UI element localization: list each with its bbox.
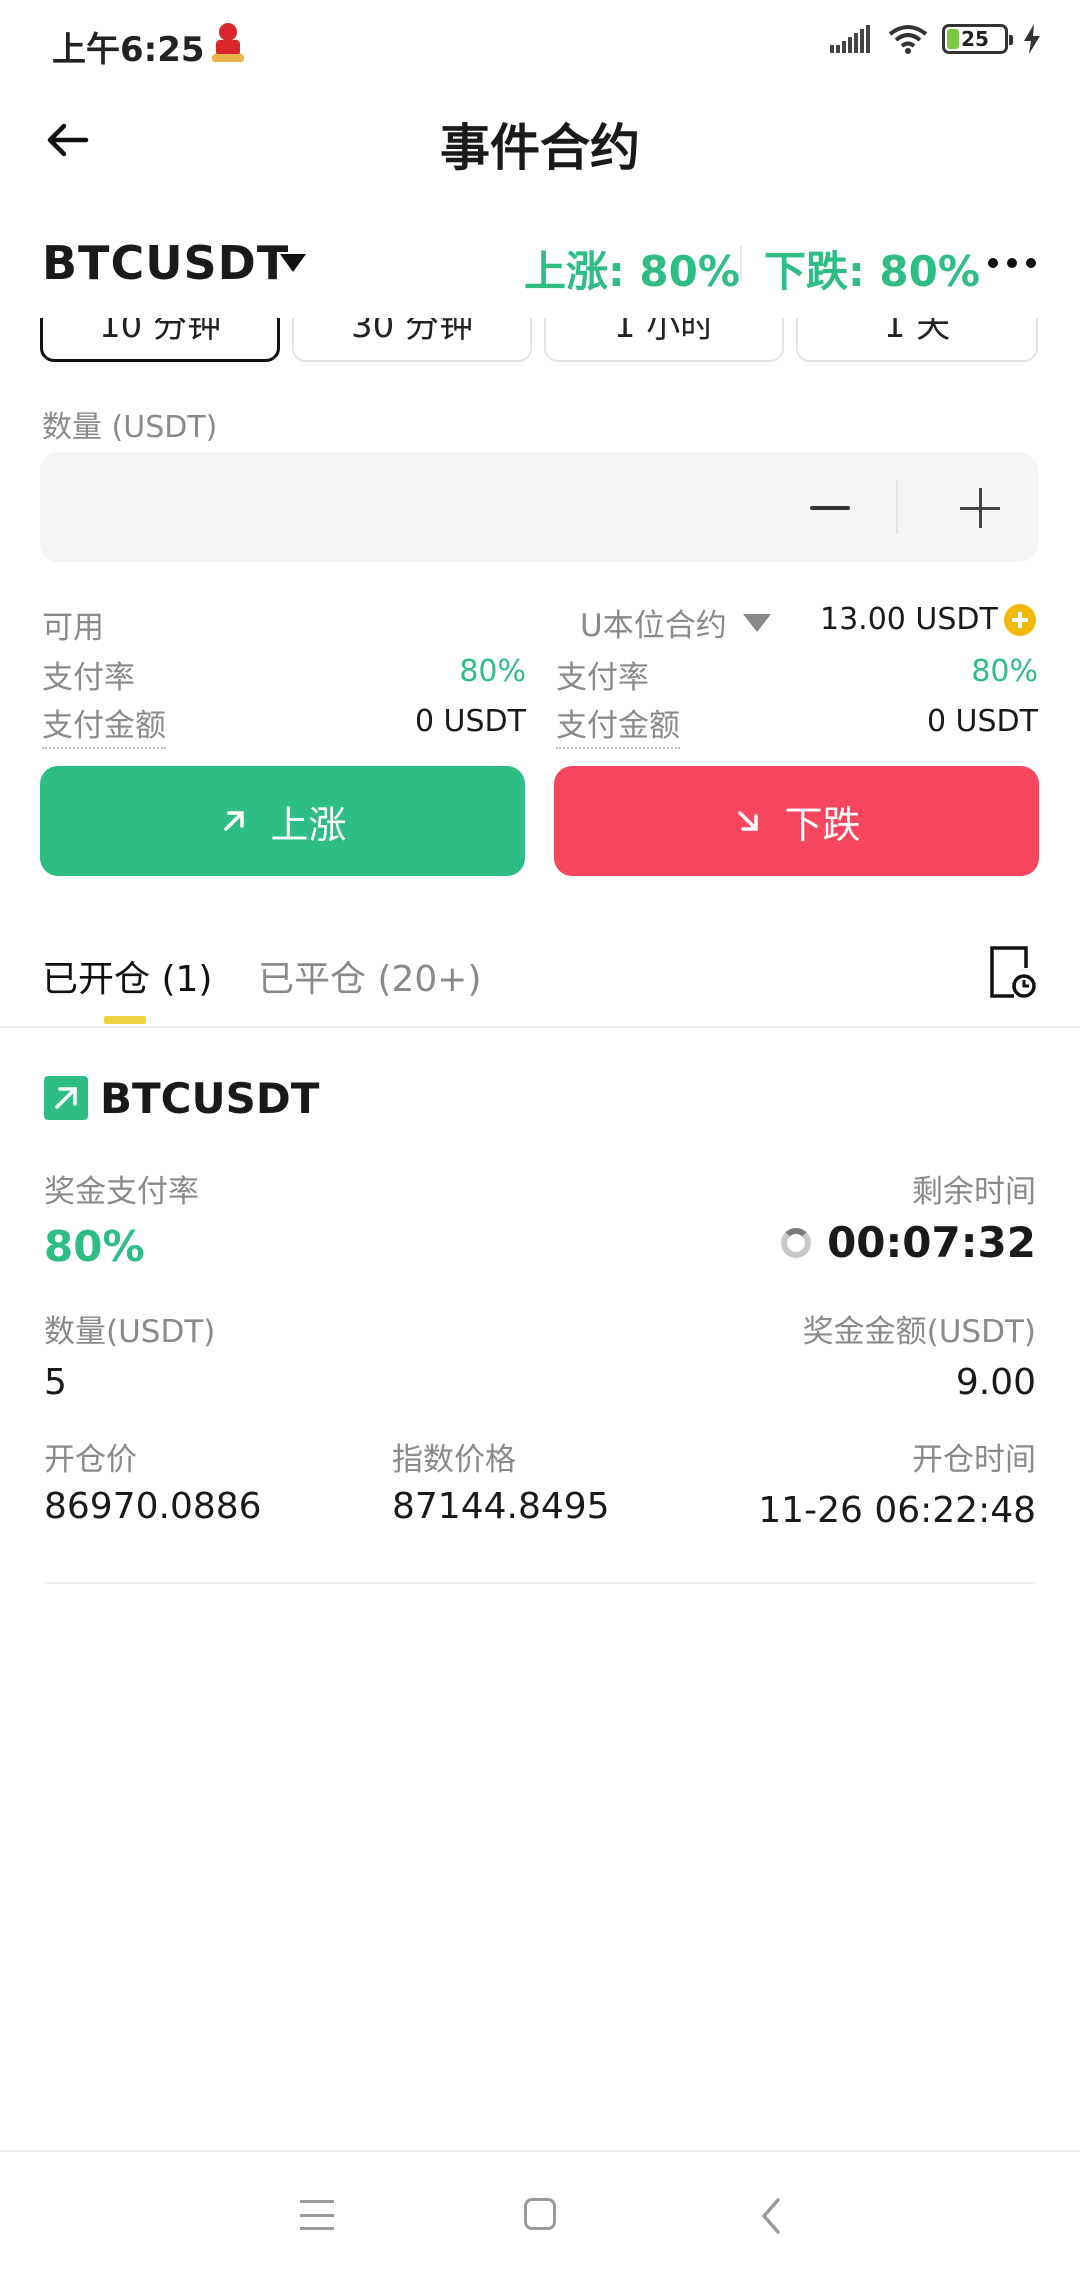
reward-rate-value: 80% [44,1222,145,1271]
caret-down-icon [742,613,771,632]
buy-down-button[interactable]: 下跌 [554,766,1039,876]
up-amount-label[interactable]: 支付金额 [42,700,166,749]
active-tab-indicator [104,1016,146,1024]
position-qty-value: 5 [44,1362,67,1403]
down-amount-value: 0 USDT [926,704,1038,739]
quantity-input[interactable] [64,472,764,542]
card-divider [44,1582,1036,1584]
remaining-time-label: 剩余时间 [912,1174,1036,1210]
contract-type-label: U本位合约 [580,608,727,644]
ratio-divider [740,246,742,282]
tab-closed-positions[interactable]: 已平仓 (20+) [258,950,482,1002]
loading-spinner-icon [781,1227,812,1258]
buy-down-label: 下跌 [784,802,861,847]
increase-button[interactable] [950,478,1010,538]
page-title: 事件合约 [440,119,640,177]
decrease-button[interactable] [800,478,860,538]
time-tabs: 10 分钟 30 分钟 1 小时 1 天 [0,318,1080,364]
remaining-time: 00:07:32 [781,1218,1036,1267]
reward-amount-value: 9.00 [955,1362,1036,1403]
reward-amount-label: 奖金金额(USDT) [802,1314,1036,1350]
index-price-value: 87144.8495 [392,1486,610,1527]
open-price-label: 开仓价 [44,1442,137,1478]
up-rate-label: 支付率 [42,660,135,696]
battery-icon: 25 [942,24,1013,54]
charging-icon [1024,24,1040,54]
remaining-time-value: 00:07:32 [827,1218,1036,1267]
up-amount-value: 0 USDT [414,704,526,739]
down-amount-label[interactable]: 支付金额 [556,700,680,749]
history-icon[interactable] [988,946,1036,998]
tab-10-min[interactable]: 10 分钟 [40,318,280,362]
open-time-value: 11-26 06:22:48 [758,1490,1036,1531]
arrow-down-right-icon [738,811,759,831]
tab-divider [0,1026,1080,1028]
recent-apps-icon[interactable] [300,2200,334,2230]
more-options-icon[interactable] [988,256,1036,270]
down-rate-label: 支付率 [556,660,649,696]
add-funds-icon[interactable] [1004,604,1036,636]
index-price-label: 指数价格 [392,1442,516,1478]
nav-divider [0,2150,1080,2152]
caret-down-icon[interactable] [280,254,306,272]
up-rate-value: 80% [459,654,526,689]
home-icon[interactable] [524,2198,556,2230]
stepper-divider [896,480,898,534]
down-rate-value: 80% [971,654,1038,689]
tab-1-hour[interactable]: 1 小时 [544,318,784,362]
long-position-icon [44,1076,88,1120]
status-time: 上午6:25 [52,30,205,70]
tab-open-positions[interactable]: 已开仓 (1) [42,950,212,1002]
position-symbol: BTCUSDT [100,1074,320,1123]
battery-level: 25 [961,27,989,51]
nav-back-icon[interactable] [756,2196,786,2236]
buy-up-label: 上涨 [270,802,347,847]
app-notification-icon [212,23,244,62]
quantity-stepper [40,452,1038,562]
status-indicators: 25 [830,24,1042,54]
wifi-icon [888,25,928,54]
position-qty-label: 数量(USDT) [44,1314,216,1350]
tab-30-min[interactable]: 30 分钟 [292,318,532,362]
quantity-label: 数量 (USDT) [42,410,218,445]
symbol-selector[interactable]: BTCUSDT [42,236,289,290]
arrow-up-right-icon [224,811,245,831]
reward-rate-label: 奖金支付率 [44,1174,199,1210]
tab-1-day[interactable]: 1 天 [796,318,1038,362]
up-ratio: 上涨: 80% [524,247,740,296]
available-label: 可用 [42,610,104,646]
signal-icon [830,25,870,53]
contract-type-select[interactable]: U本位合约 [580,600,771,645]
open-time-label: 开仓时间 [912,1442,1036,1478]
available-balance: 13.00 USDT [820,602,998,637]
down-ratio: 下跌: 80% [764,247,980,296]
buy-up-button[interactable]: 上涨 [40,766,525,876]
open-price-value: 86970.0886 [44,1486,262,1527]
